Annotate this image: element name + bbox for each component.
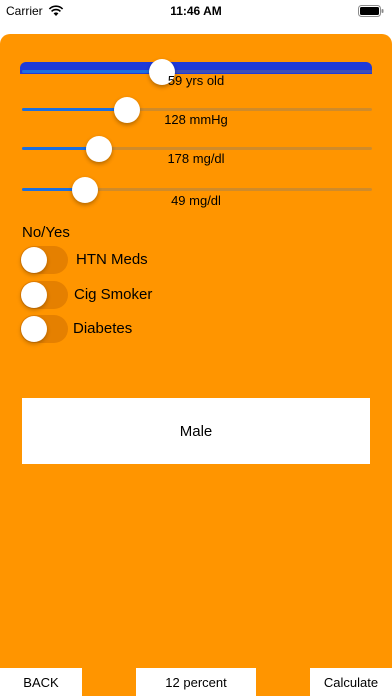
htn-meds-row: HTN Meds (20, 246, 320, 274)
systolic-bp-value: 128 mmHg (164, 112, 228, 127)
slider-fill (22, 108, 127, 111)
htn-meds-toggle[interactable] (20, 246, 68, 274)
htn-meds-label: HTN Meds (76, 251, 148, 268)
toggle-knob (21, 247, 47, 273)
result-label: 12 percent (136, 668, 256, 696)
status-bar: Carrier 11:46 AM (0, 0, 392, 22)
cig-smoker-toggle[interactable] (20, 281, 68, 309)
hdl-cholesterol-value: 49 mg/dl (171, 193, 221, 208)
toggle-knob (21, 282, 47, 308)
clock: 11:46 AM (170, 4, 222, 18)
diabetes-label: Diabetes (73, 320, 133, 337)
calculate-button[interactable]: Calculate (310, 668, 392, 696)
no-yes-header: No/Yes (22, 224, 70, 241)
cig-smoker-label: Cig Smoker (74, 286, 153, 303)
toggle-knob (21, 316, 47, 342)
sex-button[interactable]: Male (22, 398, 370, 464)
diabetes-row: Diabetes (20, 315, 320, 343)
battery-icon (358, 5, 384, 17)
back-button[interactable]: BACK (0, 668, 82, 696)
total-cholesterol-value: 178 mg/dl (167, 151, 225, 166)
cig-smoker-row: Cig Smoker (20, 281, 320, 309)
diabetes-toggle[interactable] (20, 315, 68, 343)
age-value: 59 yrs old (167, 73, 225, 88)
